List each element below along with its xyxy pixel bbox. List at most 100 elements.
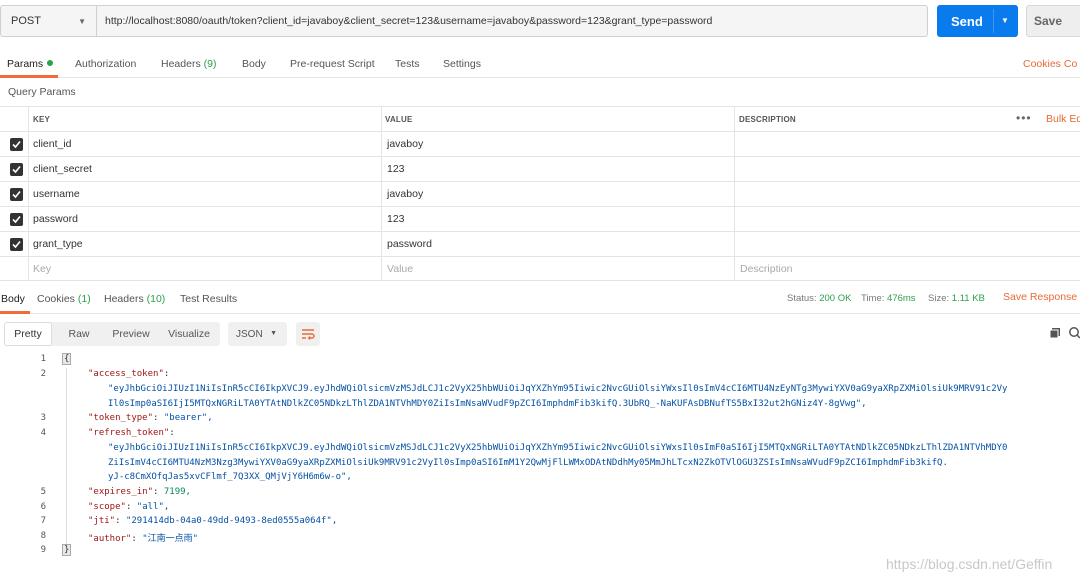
code-line: "access_token":: [88, 369, 169, 379]
tab-response-body[interactable]: Body: [1, 293, 25, 305]
tab-response-headers[interactable]: Headers (10): [104, 293, 165, 305]
table-row-empty: Key Value Description: [0, 256, 1080, 281]
chevron-down-icon[interactable]: ▼: [1001, 16, 1009, 25]
param-value[interactable]: javaboy: [387, 188, 423, 200]
tab-test-results[interactable]: Test Results: [180, 293, 237, 305]
param-key[interactable]: username: [33, 188, 80, 200]
tab-headers-count: (9): [203, 58, 217, 70]
checkbox-checked-icon[interactable]: [10, 138, 23, 151]
copy-icon[interactable]: [1049, 327, 1061, 342]
save-response-button[interactable]: Save Response ▼: [1003, 291, 1080, 303]
tab-params-label: Params: [7, 58, 44, 70]
json-colon: :: [153, 487, 164, 497]
code-line: "token_type": "bearer",: [88, 413, 213, 423]
time-info: Time: 476ms: [861, 293, 916, 304]
json-colon: :: [153, 413, 164, 423]
checkbox-checked-icon[interactable]: [10, 213, 23, 226]
json-string: "eyJhbGciOiJIUzI1NiIsInR5cCI6IkpXVCJ9.ey…: [108, 384, 1008, 394]
response-body-code[interactable]: 1 { 2 "access_token": "eyJhbGciOiJIUzI1N…: [0, 353, 1080, 564]
search-icon[interactable]: [1068, 326, 1080, 343]
json-colon: :: [131, 534, 143, 544]
time-value: 476ms: [887, 293, 916, 304]
json-string: yJ-c8CmXOfqJas5xvCFlmf_7Q3XX_QMjVjY6H6m6…: [108, 472, 352, 482]
tab-prerequest-script[interactable]: Pre-request Script: [290, 58, 375, 70]
json-key: "access_token": [88, 369, 164, 379]
table-header-row: KEY VALUE DESCRIPTION ••• Bulk Ed: [0, 106, 1080, 131]
time-label: Time:: [861, 293, 885, 304]
json-string: "bearer",: [163, 413, 213, 423]
code-line: "refresh_token":: [88, 428, 175, 438]
view-preview[interactable]: Preview: [104, 322, 158, 346]
param-key[interactable]: grant_type: [33, 238, 83, 250]
view-raw[interactable]: Raw: [54, 322, 104, 346]
send-divider: [993, 9, 994, 33]
size-info: Size: 1.11 KB: [928, 293, 985, 304]
format-select[interactable]: JSON ▼: [228, 322, 287, 346]
active-dot-icon: [47, 60, 54, 66]
active-tab-indicator: [0, 311, 30, 314]
checkbox-checked-icon[interactable]: [10, 238, 23, 251]
url-input[interactable]: http://localhost:8080/oauth/token?client…: [96, 5, 928, 37]
checkbox-checked-icon[interactable]: [10, 188, 23, 201]
wrap-lines-button[interactable]: [296, 322, 320, 346]
response-view-toolbar: Pretty Raw Preview Visualize JSON ▼: [0, 322, 1080, 348]
line-number: 6: [40, 502, 46, 512]
view-pretty[interactable]: Pretty: [4, 322, 52, 346]
save-button[interactable]: Save: [1026, 5, 1080, 37]
cookies-label: Cookies: [1023, 58, 1061, 70]
json-string: "eyJhbGciOiJIUzI1NiIsInR5cCI6IkpXVCJ9.ey…: [108, 443, 1008, 453]
json-key: "author": [88, 534, 132, 544]
value-header: VALUE: [385, 115, 413, 124]
tab-headers[interactable]: Headers (9): [161, 58, 216, 70]
param-key[interactable]: password: [33, 213, 78, 225]
line-number: 5: [40, 487, 46, 497]
tab-response-cookies[interactable]: Cookies (1): [37, 293, 91, 305]
method-label: POST: [11, 15, 41, 27]
request-tabs: Params Authorization Headers (9) Body Pr…: [0, 50, 1080, 78]
param-key[interactable]: client_secret: [33, 163, 92, 175]
new-key-input[interactable]: Key: [33, 263, 51, 275]
view-visualize[interactable]: Visualize: [158, 322, 220, 346]
new-value-input[interactable]: Value: [387, 263, 413, 275]
response-tabs: Body Cookies (1) Headers (10) Test Resul…: [0, 286, 1080, 314]
send-label: Send: [951, 13, 983, 29]
request-bar: POST ▼ http://localhost:8080/oauth/token…: [0, 0, 1080, 44]
tab-params[interactable]: Params: [7, 58, 54, 70]
new-description-input[interactable]: Description: [740, 263, 793, 275]
json-colon: :: [163, 369, 170, 379]
tab-cookies-label: Cookies: [37, 293, 75, 305]
line-number: 2: [40, 369, 46, 379]
json-string: "291414db-04a0-49dd-9493-8ed0555a064f",: [125, 516, 338, 526]
param-value[interactable]: 123: [387, 213, 405, 225]
json-colon: :: [169, 428, 175, 438]
query-params-heading: Query Params: [8, 86, 76, 98]
send-button[interactable]: Send ▼: [937, 5, 1018, 37]
tab-authorization[interactable]: Authorization: [75, 58, 136, 70]
more-options-icon[interactable]: •••: [1016, 111, 1032, 125]
cookies-link[interactable]: Cookies Co: [1023, 58, 1077, 70]
table-row: password 123: [0, 206, 1080, 231]
param-value[interactable]: javaboy: [387, 138, 423, 150]
json-key: "expires_in": [88, 487, 154, 497]
close-brace: }: [62, 544, 72, 556]
json-number: 7199,: [163, 487, 191, 497]
param-value[interactable]: password: [387, 238, 432, 250]
description-header: DESCRIPTION: [739, 115, 796, 124]
tab-body[interactable]: Body: [242, 58, 266, 70]
chevron-down-icon: ▼: [78, 17, 86, 26]
param-key[interactable]: client_id: [33, 138, 72, 150]
param-value[interactable]: 123: [387, 163, 405, 175]
bulk-edit-link[interactable]: Bulk Ed: [1046, 113, 1080, 125]
json-colon: :: [115, 516, 126, 526]
json-key: "refresh_token": [88, 428, 170, 438]
tab-settings[interactable]: Settings: [443, 58, 481, 70]
method-select[interactable]: POST ▼: [0, 5, 96, 37]
save-label: Save: [1034, 14, 1063, 28]
open-brace: {: [62, 353, 72, 365]
code-line: "scope": "all",: [88, 502, 169, 512]
json-string: "all",: [136, 502, 170, 512]
tab-tests[interactable]: Tests: [395, 58, 420, 70]
checkbox-checked-icon[interactable]: [10, 163, 23, 176]
code-link[interactable]: Co: [1064, 58, 1077, 70]
key-header: KEY: [33, 115, 51, 124]
